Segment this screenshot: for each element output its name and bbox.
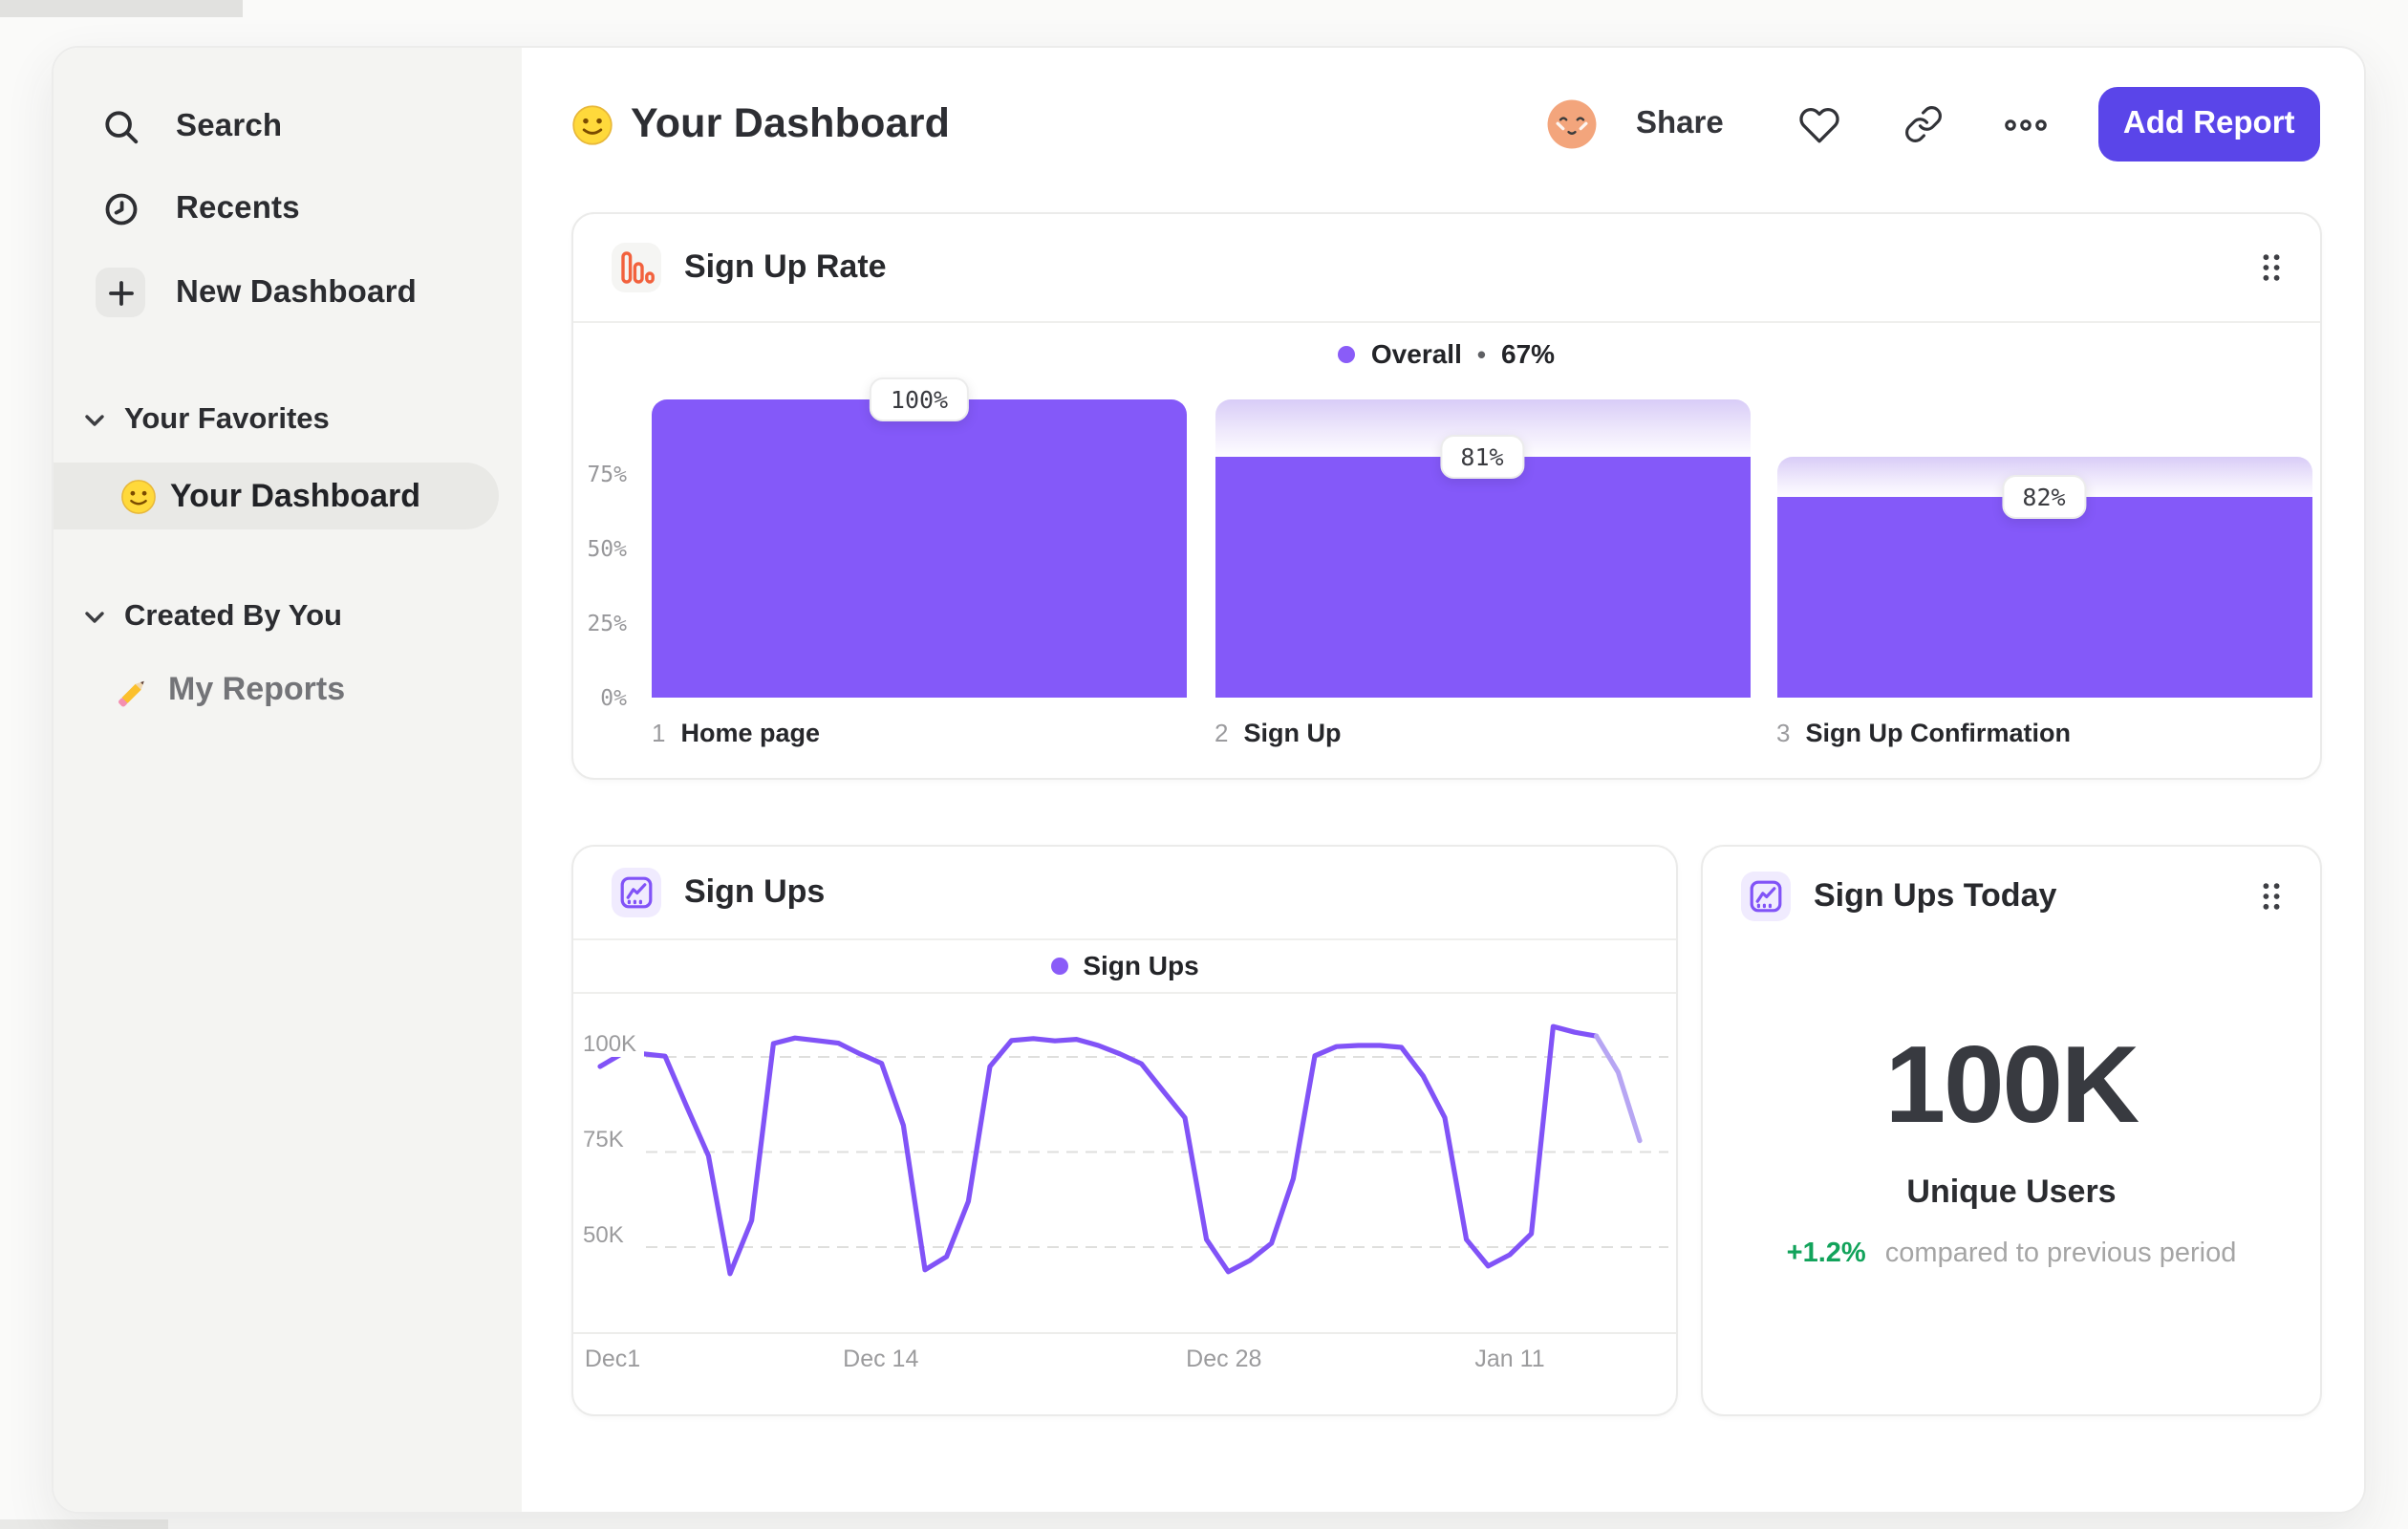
sidebar-item-label: New Dashboard (176, 274, 417, 309)
line-y-tick: 50K (583, 1220, 632, 1247)
sidebar-section-your-favorites[interactable]: Your Favorites (54, 392, 522, 449)
sidebar-item-search[interactable]: Search (54, 84, 522, 168)
line-x-tick: Dec1 (584, 1345, 641, 1371)
add-report-button[interactable]: Add Report (2097, 87, 2320, 162)
step-label: Home page (680, 719, 821, 747)
stat-subtitle: Unique Users (1906, 1174, 2117, 1210)
pencil-emoji (117, 671, 155, 709)
card-header: Sign Ups Today (1703, 847, 2320, 946)
legend-dot-icon (1050, 957, 1068, 974)
ellipsis-icon[interactable] (2004, 118, 2047, 130)
line-chart[interactable]: 100K 75K 50K Dec1 Dec 14 Dec 28 Jan 11 (573, 992, 1676, 1414)
stat-change-value: +1.2% (1786, 1238, 1866, 1269)
window-edge-strip-bottom (0, 1519, 168, 1529)
card-sign-ups: Sign Ups Sign Ups 100K 75K 50K Dec1 Dec 14 De… (571, 845, 1678, 1416)
step-label: Sign Up (1243, 719, 1342, 747)
funnel-step-label: 3 Sign Up Confirmation (1776, 719, 2071, 747)
dashboard-app: Search Recents New Dashboard Your Favori… (0, 0, 2408, 1529)
line-x-tick: Dec 28 (1186, 1345, 1262, 1371)
plus-icon (96, 268, 145, 317)
heart-icon[interactable] (1798, 105, 1840, 143)
conversion-badge: 82% (2001, 475, 2087, 520)
drag-handle-icon[interactable] (2261, 881, 2282, 912)
line-chart-icon (1741, 872, 1791, 921)
header-actions: Share Add Report (1546, 87, 2320, 162)
funnel-step-label: 2 Sign Up (1215, 719, 1341, 747)
stat-value: 100K (1884, 1024, 2140, 1147)
funnel-bar[interactable] (652, 399, 1187, 698)
funnel-y-tick: 50% (587, 535, 627, 562)
step-number: 1 (652, 719, 666, 747)
chevron-down-icon (84, 413, 105, 428)
sidebar-section-title: Your Favorites (124, 403, 330, 436)
share-button[interactable]: Share (1636, 106, 1724, 142)
legend-label: Sign Ups (1083, 950, 1199, 980)
conversion-badge: 100% (869, 377, 970, 421)
funnel-step-label: 1 Home page (652, 719, 820, 747)
funnel-y-tick: 0% (600, 684, 627, 711)
line-y-tick: 75K (583, 1125, 632, 1152)
line-x-tick: Jan 11 (1474, 1345, 1545, 1371)
sidebar-item-new-dashboard[interactable]: New Dashboard (54, 250, 522, 334)
page-title: Your Dashboard (571, 100, 950, 148)
conversion-badge: 81% (1439, 434, 1525, 479)
line-series[interactable] (597, 1023, 1600, 1277)
funnel-bar[interactable] (1215, 456, 1750, 698)
smiley-emoji (571, 103, 613, 145)
sidebar-item-label: Recents (176, 190, 300, 225)
avatar[interactable] (1546, 98, 1598, 150)
sidebar-item-your-dashboard-selected[interactable]: Your Dashboard (54, 463, 499, 529)
page-title-text: Your Dashboard (631, 100, 951, 146)
funnel-bar[interactable] (1776, 497, 2311, 698)
step-label: Sign Up Confirmation (1805, 719, 2071, 747)
card-sign-up-rate: Sign Up Rate Overall • 67% 75% 50% 25% 0% 10… (571, 212, 2322, 780)
clock-icon (96, 183, 145, 233)
card-header: Sign Ups (573, 847, 1676, 938)
chevron-down-icon (84, 610, 105, 625)
sidebar-item-recents[interactable]: Recents (54, 166, 522, 250)
sidebar-section-created-by-you[interactable]: Created By You (54, 589, 522, 646)
step-number: 3 (1776, 719, 1791, 747)
line-x-tick: Dec 14 (843, 1345, 919, 1371)
stat-change-row: +1.2% compared to previous period (1703, 1238, 2320, 1269)
card-title: Sign Ups (684, 873, 826, 910)
funnel-chart[interactable]: 75% 50% 25% 0% 100% 1 Home page 81% 2 Sign Up 82% 3… (573, 214, 2320, 778)
sidebar-item-label: Search (176, 108, 283, 142)
search-icon (96, 101, 145, 151)
smiley-emoji (120, 478, 157, 514)
line-legend: Sign Ups (573, 938, 1676, 992)
window-edge-strip (0, 0, 243, 17)
sidebar-item-label: Your Dashboard (170, 477, 420, 513)
x-axis-line (573, 1331, 1676, 1333)
card-sign-ups-today: Sign Ups Today 100K Unique Users +1.2% c… (1701, 845, 2322, 1416)
sidebar-item-label: My Reports (168, 671, 346, 707)
sidebar-item-my-reports[interactable]: My Reports (54, 657, 522, 722)
line-y-tick: 100K (583, 1030, 645, 1057)
line-chart-icon (612, 868, 661, 917)
funnel-y-tick: 75% (587, 461, 627, 487)
card-title: Sign Ups Today (1814, 877, 2057, 914)
sidebar: Search Recents New Dashboard Your Favori… (54, 48, 522, 1512)
sidebar-section-title: Created By You (124, 600, 342, 633)
line-series[interactable] (1593, 1033, 1643, 1144)
step-number: 2 (1215, 719, 1229, 747)
main-container: Search Recents New Dashboard Your Favori… (52, 46, 2366, 1514)
stat-change-note: compared to previous period (1884, 1238, 2237, 1269)
funnel-y-tick: 25% (587, 610, 627, 636)
link-icon[interactable] (1903, 104, 1944, 144)
